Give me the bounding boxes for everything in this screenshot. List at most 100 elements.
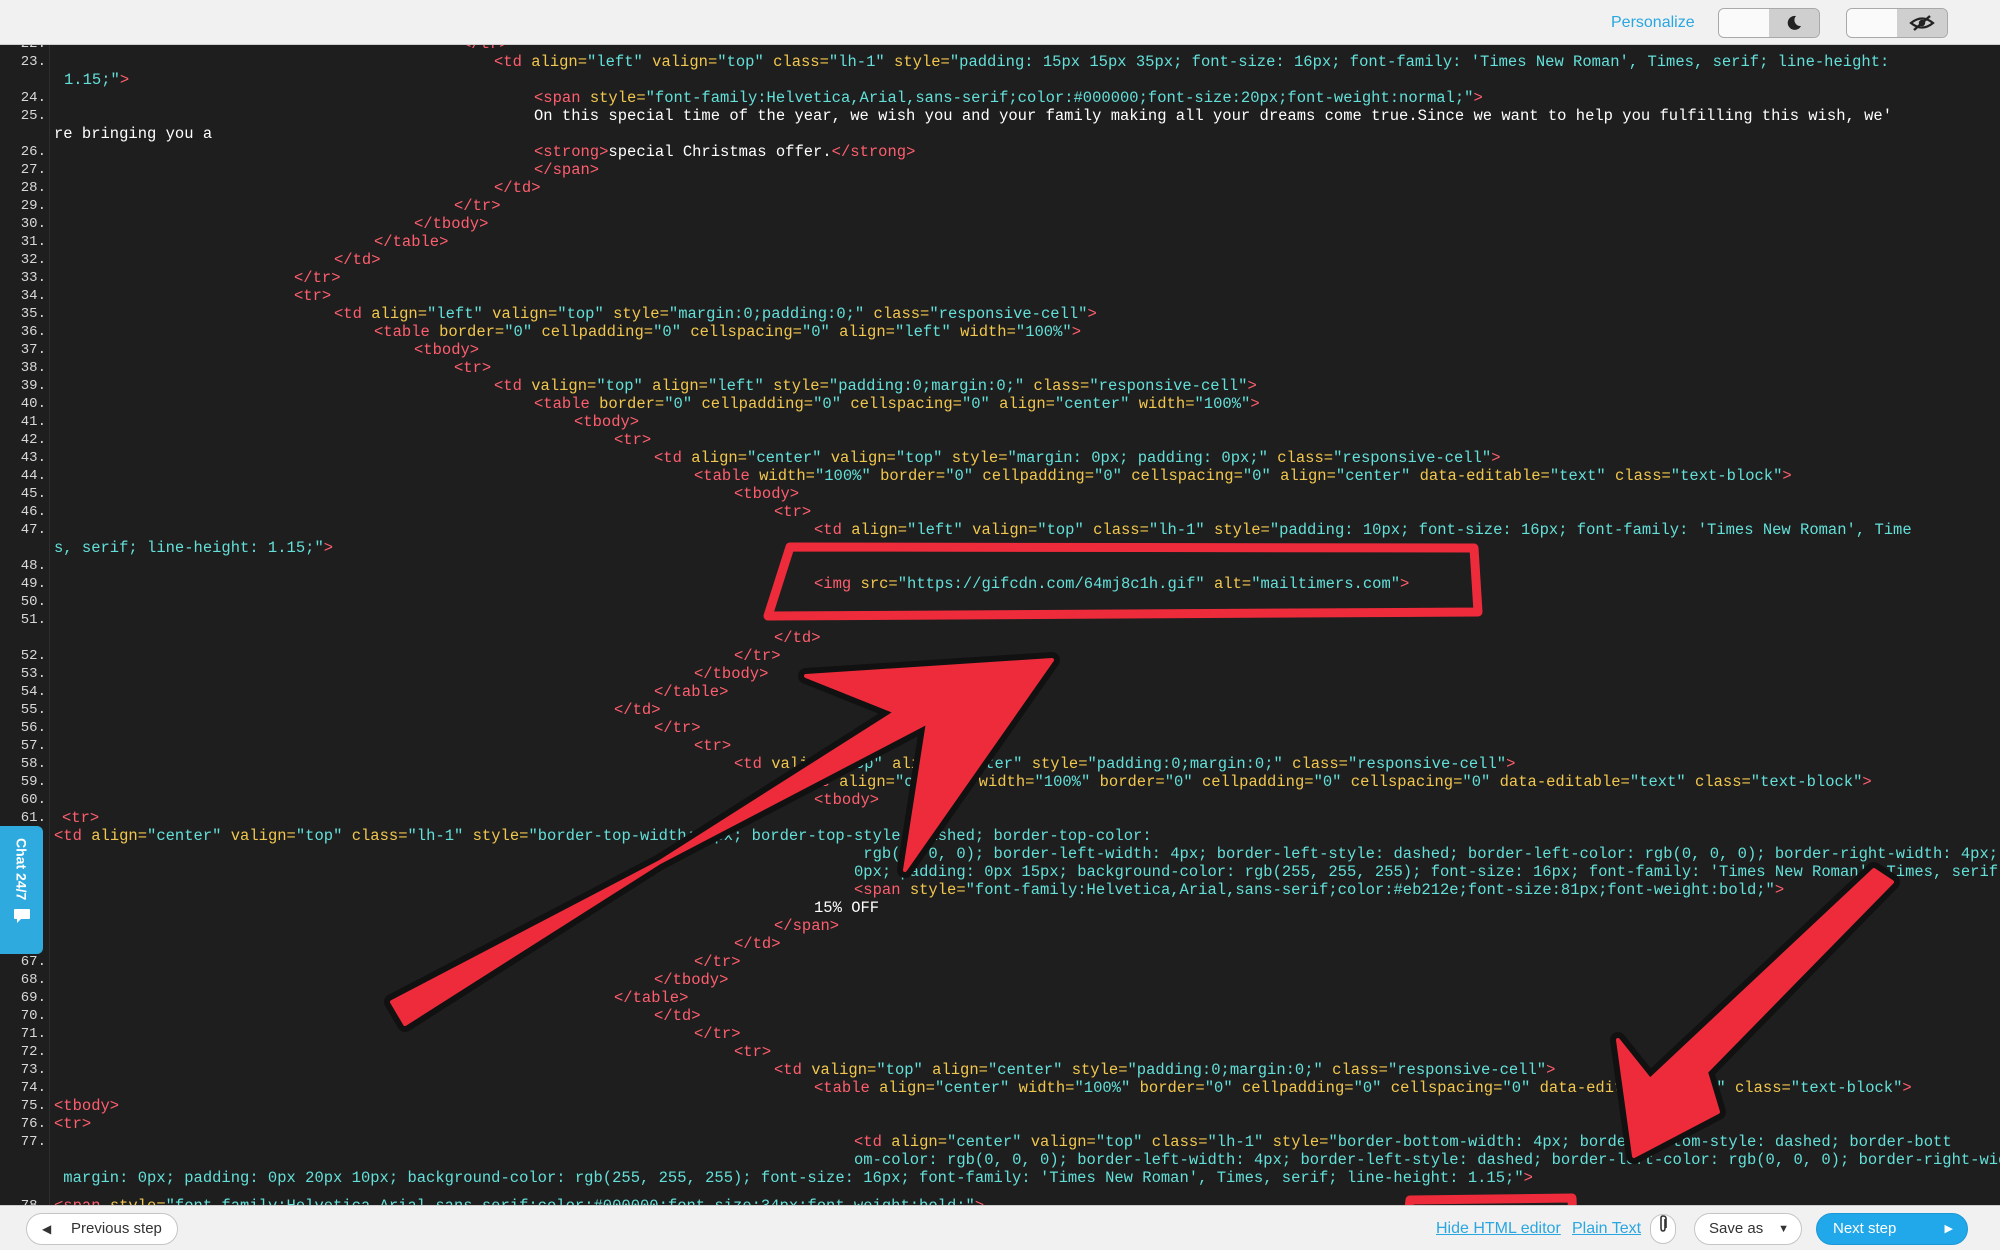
- code-text: <strong>special Christmas offer.</strong…: [534, 143, 915, 161]
- code-line[interactable]: 27. </span>: [0, 161, 2000, 179]
- code-line[interactable]: 70. </td>: [0, 1007, 2000, 1025]
- code-line[interactable]: 32. </td>: [0, 251, 2000, 269]
- code-token: "lh-1": [1148, 521, 1215, 539]
- line-number: 34.: [20, 288, 46, 304]
- save-as-dropdown[interactable]: Save as ▼: [1694, 1213, 1802, 1245]
- code-token: >: [975, 1197, 984, 1205]
- code-line[interactable]: 52. </tr>: [0, 647, 2000, 665]
- code-line[interactable]: 25. On this special time of the year, we …: [0, 107, 2000, 125]
- code-line[interactable]: 76. <tr>: [0, 1115, 2000, 1133]
- code-line[interactable]: 47. <td align="left" valign="top" class="…: [0, 521, 2000, 539]
- code-line[interactable]: 31. </table>: [0, 233, 2000, 251]
- attachment-button[interactable]: [1650, 1214, 1676, 1244]
- code-token: "0": [1242, 467, 1281, 485]
- code-line[interactable]: 50.: [0, 593, 2000, 611]
- code-line[interactable]: 72. <tr>: [0, 1043, 2000, 1061]
- code-line[interactable]: 41. <tbody>: [0, 413, 2000, 431]
- code-line[interactable]: 74. <table align="center" width="100%" bo…: [0, 1079, 2000, 1097]
- code-line[interactable]: 30. </tbody>: [0, 215, 2000, 233]
- code-line[interactable]: re bringing you a: [0, 125, 2000, 143]
- code-line[interactable]: margin: 0px; padding: 0px 20px 10px; bac…: [0, 1169, 2000, 1187]
- code-token: "margin:0;padding:0;": [668, 305, 874, 323]
- code-line[interactable]: 75. <tbody>: [0, 1097, 2000, 1115]
- code-line[interactable]: 51.: [0, 611, 2000, 629]
- code-token: "0": [653, 323, 691, 341]
- next-step-button[interactable]: Next step ▶: [1816, 1213, 1968, 1245]
- code-line[interactable]: 43. <td align="center" valign="top" style…: [0, 449, 2000, 467]
- code-line[interactable]: 68. </tbody>: [0, 971, 2000, 989]
- code-line[interactable]: 67. </tr>: [0, 953, 2000, 971]
- code-token: >: [1087, 305, 1097, 323]
- dark-mode-toggle[interactable]: [1718, 8, 1820, 38]
- code-text: <img src="https://gifcdn.com/64mj8c1h.gi…: [814, 575, 1409, 593]
- code-line[interactable]: 29. </tr>: [0, 197, 2000, 215]
- code-line[interactable]: 40. <table border="0" cellpadding="0" cel…: [0, 395, 2000, 413]
- code-line[interactable]: 26. <strong>special Christmas offer.</str…: [0, 143, 2000, 161]
- code-text: <tr>: [774, 503, 811, 521]
- code-line[interactable]: 36. <table border="0" cellpadding="0" cel…: [0, 323, 2000, 341]
- code-line[interactable]: 77. <td align="center" valign="top" class…: [0, 1133, 2000, 1151]
- code-token: cellspacing=: [1350, 773, 1463, 791]
- code-line[interactable]: om-color: rgb(0, 0, 0); border-left-widt…: [0, 1151, 2000, 1169]
- code-line[interactable]: 38. <tr>: [0, 359, 2000, 377]
- code-line[interactable]: 71. </tr>: [0, 1025, 2000, 1043]
- line-number: 37.: [20, 342, 46, 358]
- code-line[interactable]: 69. </table>: [0, 989, 2000, 1007]
- code-line[interactable]: 35. <td align="left" valign="top" style="…: [0, 305, 2000, 323]
- chat-support-tab[interactable]: Chat 24/7: [0, 826, 43, 954]
- code-line[interactable]: 62.<td align="center" valign="top" class…: [0, 827, 2000, 845]
- code-line[interactable]: 37. <tbody>: [0, 341, 2000, 359]
- personalize-link[interactable]: Personalize: [1611, 14, 1695, 32]
- code-line[interactable]: 54. </table>: [0, 683, 2000, 701]
- code-line[interactable]: 59. <table align="center" width="100%" bo…: [0, 773, 2000, 791]
- code-token: </table>: [374, 233, 449, 251]
- code-line[interactable]: 49. <img src="https://gifcdn.com/64mj8c1h…: [0, 575, 2000, 593]
- code-text: </span>: [774, 917, 839, 935]
- code-line[interactable]: 28. </td>: [0, 179, 2000, 197]
- code-line[interactable]: 45. <tbody>: [0, 485, 2000, 503]
- code-line[interactable]: 33. </tr>: [0, 269, 2000, 287]
- html-code-editor[interactable]: 22.</tr>23.<td align="left" valign="top"…: [0, 45, 2000, 1205]
- code-line[interactable]: 73. <td valign="top" align="center" style…: [0, 1061, 2000, 1079]
- code-line[interactable]: 58. <td valign="top" align="center" style…: [0, 755, 2000, 773]
- code-line[interactable]: 56. </tr>: [0, 719, 2000, 737]
- code-token: "text": [1669, 1079, 1735, 1097]
- code-line[interactable]: 44. <table width="100%" border="0" cellpa…: [0, 467, 2000, 485]
- code-line[interactable]: 0px; padding: 0px 15px; background-color…: [0, 863, 2000, 881]
- code-line[interactable]: 60. <tbody>: [0, 791, 2000, 809]
- hide-html-editor-link[interactable]: Hide HTML editor: [1436, 1220, 1561, 1238]
- code-line[interactable]: 23. <td align="left" valign="top" class="…: [0, 53, 2000, 71]
- code-line[interactable]: 1.15;">: [0, 71, 2000, 89]
- line-number: 61.: [20, 810, 46, 826]
- code-line[interactable]: s, serif; line-height: 1.15;">: [0, 539, 2000, 557]
- code-line[interactable]: rgb(0, 0, 0); border-left-width: 4px; bo…: [0, 845, 2000, 863]
- code-line[interactable]: 24. <span style="font-family:Helvetica,Ar…: [0, 89, 2000, 107]
- code-token: valign=: [811, 1061, 877, 1079]
- code-token: style=: [472, 827, 529, 845]
- code-line[interactable]: 78. <span style="font-family:Helvetica,Ar…: [0, 1197, 2000, 1205]
- code-line[interactable]: 22. </tr>: [0, 45, 2000, 53]
- code-token: "0": [1502, 1079, 1540, 1097]
- preview-visibility-toggle[interactable]: [1846, 8, 1948, 38]
- code-line[interactable]: 48.: [0, 557, 2000, 575]
- code-line[interactable]: 46. <tr>: [0, 503, 2000, 521]
- code-line[interactable]: 65.</span>: [0, 917, 2000, 935]
- plain-text-link[interactable]: Plain Text: [1572, 1220, 1641, 1238]
- code-line[interactable]: 66.</td>: [0, 935, 2000, 953]
- code-token: "border-bottom-width: 4px; border-bottom…: [1328, 1133, 1952, 1151]
- code-line[interactable]: 64.15% OFF: [0, 899, 2000, 917]
- code-token: align=: [851, 521, 908, 539]
- code-line[interactable]: 39. <td valign="top" align="left" style="…: [0, 377, 2000, 395]
- code-line[interactable]: </td>: [0, 629, 2000, 647]
- code-line[interactable]: 63.<span style="font-family:Helvetica,Ar…: [0, 881, 2000, 899]
- code-line[interactable]: 61. <tr>: [0, 809, 2000, 827]
- code-line[interactable]: 42. <tr>: [0, 431, 2000, 449]
- code-line[interactable]: 55. </td>: [0, 701, 2000, 719]
- code-line[interactable]: 57. <tr>: [0, 737, 2000, 755]
- code-text: re bringing you a: [54, 125, 212, 143]
- previous-step-button[interactable]: ◀ Previous step: [26, 1213, 178, 1245]
- code-line[interactable]: 34. <tr>: [0, 287, 2000, 305]
- code-token: "0": [1094, 467, 1132, 485]
- line-number: 22.: [0, 45, 46, 53]
- code-line[interactable]: 53. </tbody>: [0, 665, 2000, 683]
